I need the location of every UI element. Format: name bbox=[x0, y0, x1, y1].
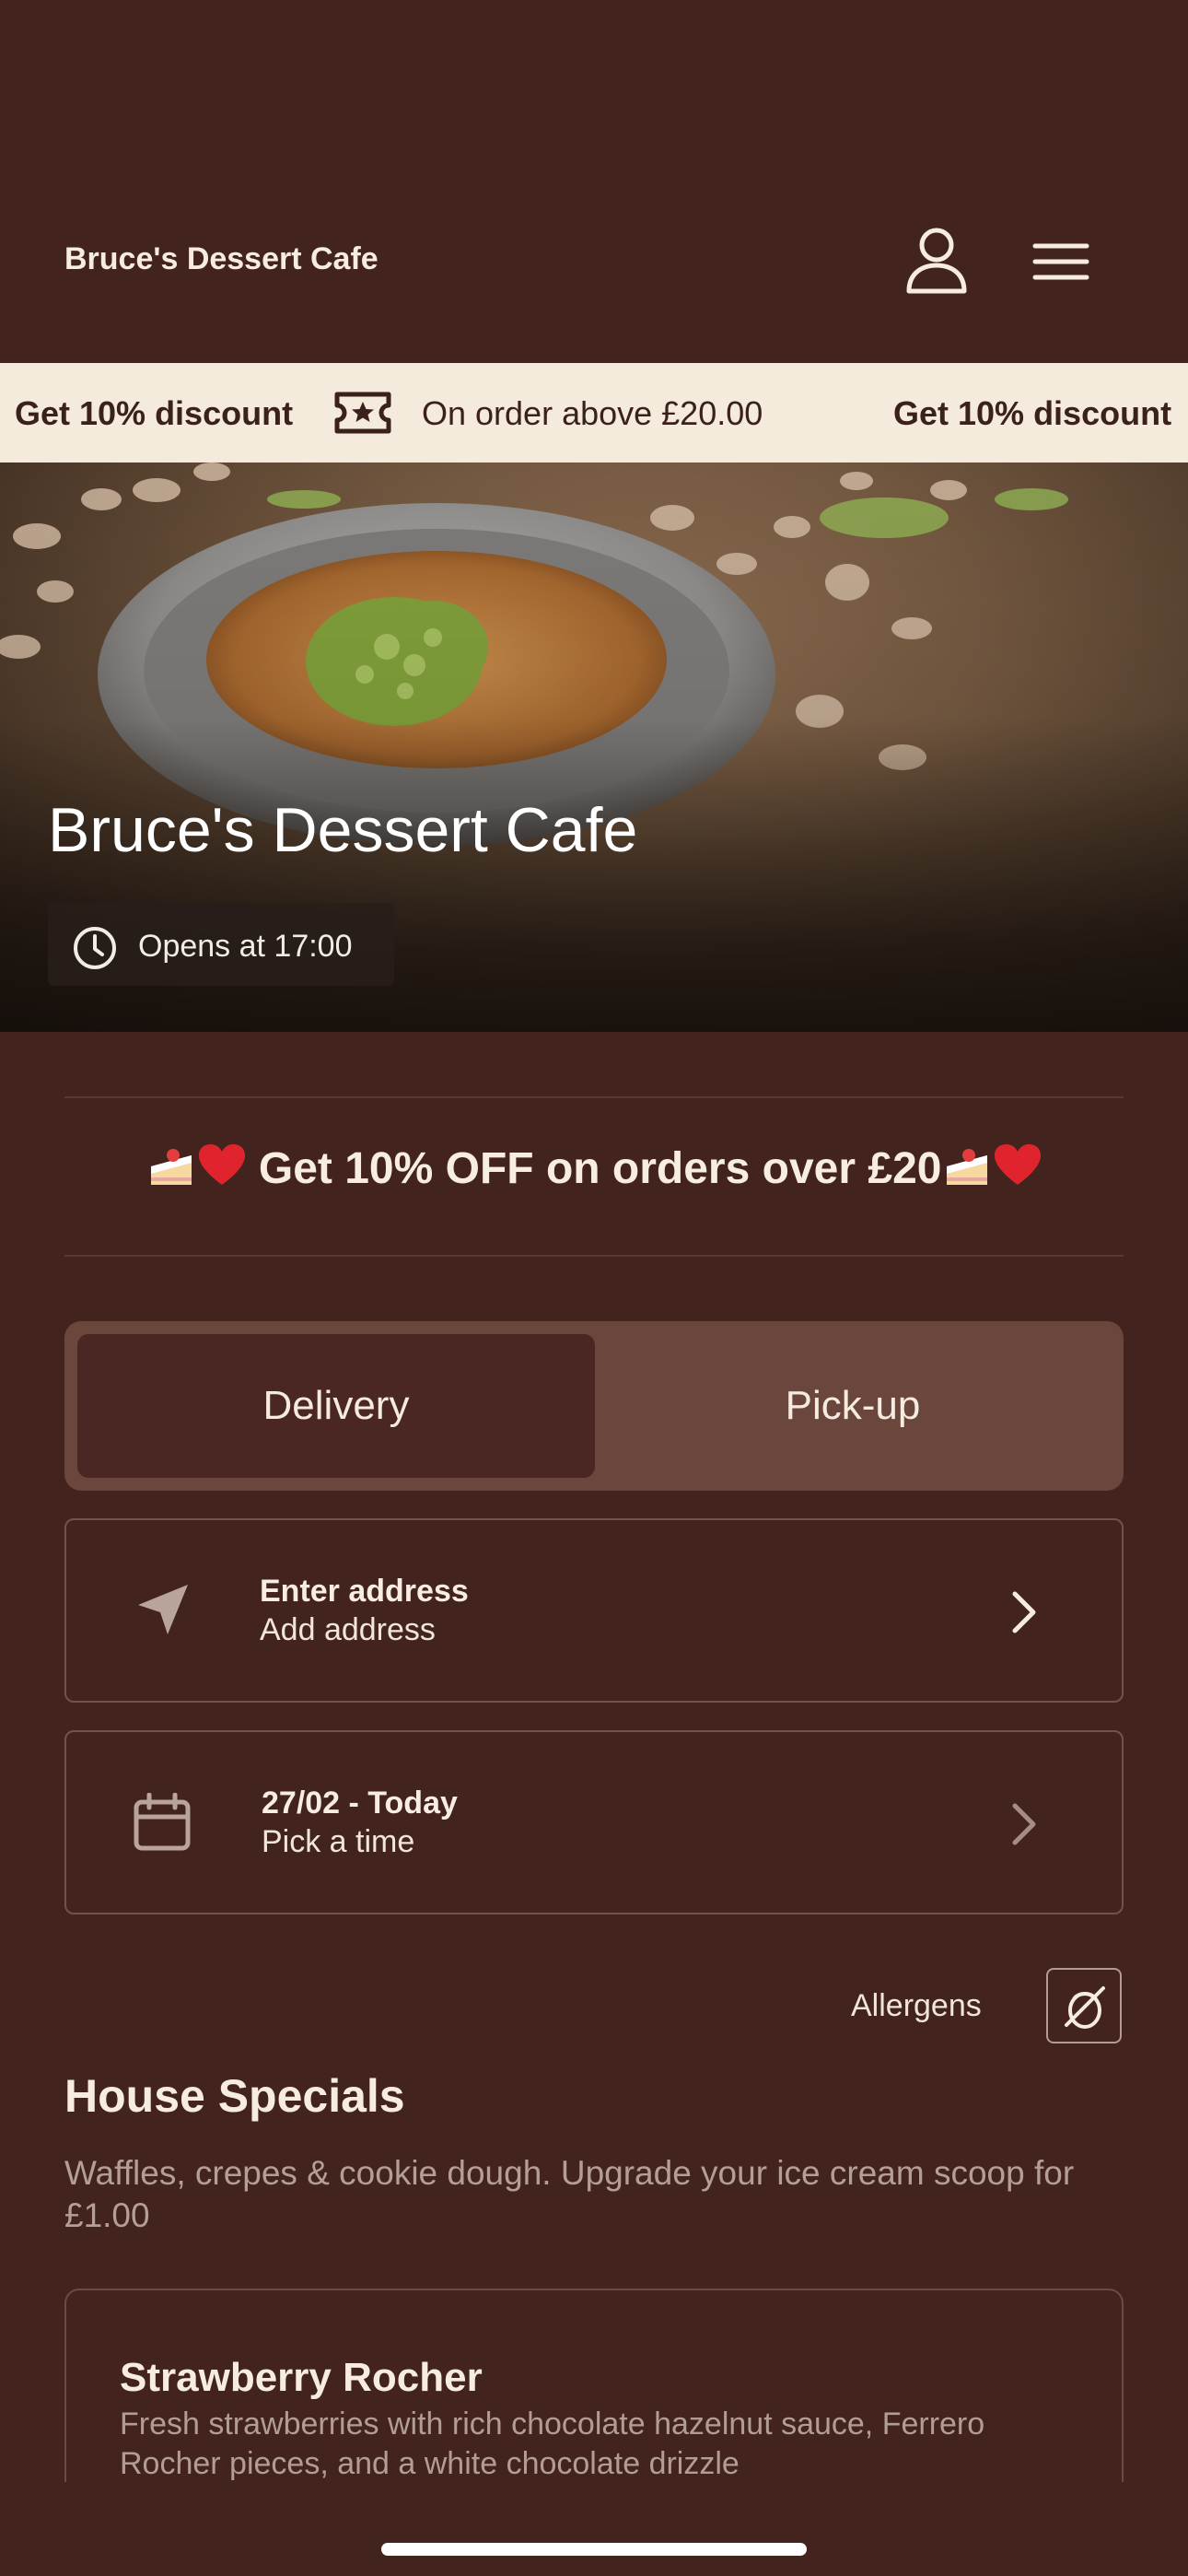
home-indicator[interactable] bbox=[381, 2543, 807, 2556]
section-description: Waffles, crepes & cookie dough. Upgrade … bbox=[64, 2154, 1075, 2234]
menu-icon[interactable] bbox=[1031, 241, 1090, 282]
red-heart-emoji-icon bbox=[995, 1144, 1042, 1185]
menu-item-description: Fresh strawberries with rich chocolate h… bbox=[120, 2406, 985, 2481]
allergens-label[interactable]: Allergens bbox=[851, 1988, 982, 2024]
promo-text: Get 10% OFF on orders over £20 bbox=[246, 1144, 942, 1193]
allergen-nut-icon bbox=[1065, 1986, 1105, 2029]
allergens-button[interactable] bbox=[1046, 1968, 1122, 2043]
calendar-icon bbox=[134, 1793, 191, 1851]
fulfillment-toggle: Delivery Pick-up bbox=[64, 1321, 1124, 1491]
chevron-right-icon bbox=[1012, 1591, 1036, 1633]
bottom-safe-area bbox=[0, 2482, 1188, 2576]
section-title: House Specials bbox=[64, 2070, 405, 2122]
user-icon[interactable] bbox=[904, 225, 969, 295]
location-arrow-icon bbox=[138, 1585, 188, 1634]
ticker-condition-text: On order above £20.00 bbox=[422, 394, 763, 432]
brand-name[interactable]: Bruce's Dessert Cafe bbox=[64, 241, 379, 277]
red-heart-emoji-icon bbox=[198, 1144, 245, 1185]
chevron-right-icon bbox=[1012, 1803, 1036, 1845]
schedule-title: 27/02 - Today bbox=[262, 1786, 458, 1821]
opening-hours-badge: Opens at 17:00 bbox=[48, 903, 394, 986]
address-title: Enter address bbox=[260, 1574, 469, 1609]
app-header: Bruce's Dessert Cafe bbox=[0, 0, 1188, 363]
cake-emoji-icon bbox=[947, 1149, 988, 1185]
opening-hours-text: Opens at 17:00 bbox=[138, 929, 353, 964]
pickup-option[interactable]: Pick-up bbox=[595, 1334, 1111, 1478]
hero-title: Bruce's Dessert Cafe bbox=[48, 795, 638, 865]
address-subtitle: Add address bbox=[260, 1612, 436, 1647]
clock-icon bbox=[74, 927, 116, 969]
ticker-discount-text-repeat: Get 10% discount bbox=[893, 394, 1172, 432]
hero-banner: Bruce's Dessert Cafe Opens at 17:00 bbox=[0, 463, 1188, 1032]
divider bbox=[64, 1255, 1124, 1257]
cake-emoji-icon bbox=[150, 1149, 192, 1185]
discount-ticker: Get 10% discount On order above £20.00 G… bbox=[0, 363, 1188, 463]
address-row[interactable]: Enter address Add address bbox=[64, 1518, 1124, 1703]
schedule-row[interactable]: 27/02 - Today Pick a time bbox=[64, 1730, 1124, 1914]
ticket-star-icon bbox=[334, 392, 391, 434]
divider bbox=[64, 1096, 1124, 1098]
schedule-subtitle: Pick a time bbox=[262, 1824, 415, 1859]
menu-item-name: Strawberry Rocher bbox=[120, 2355, 483, 2400]
delivery-option[interactable]: Delivery bbox=[77, 1334, 595, 1478]
ticker-discount-text: Get 10% discount bbox=[15, 394, 294, 432]
promo-banner: Get 10% OFF on orders over £20 bbox=[0, 1142, 1188, 1194]
